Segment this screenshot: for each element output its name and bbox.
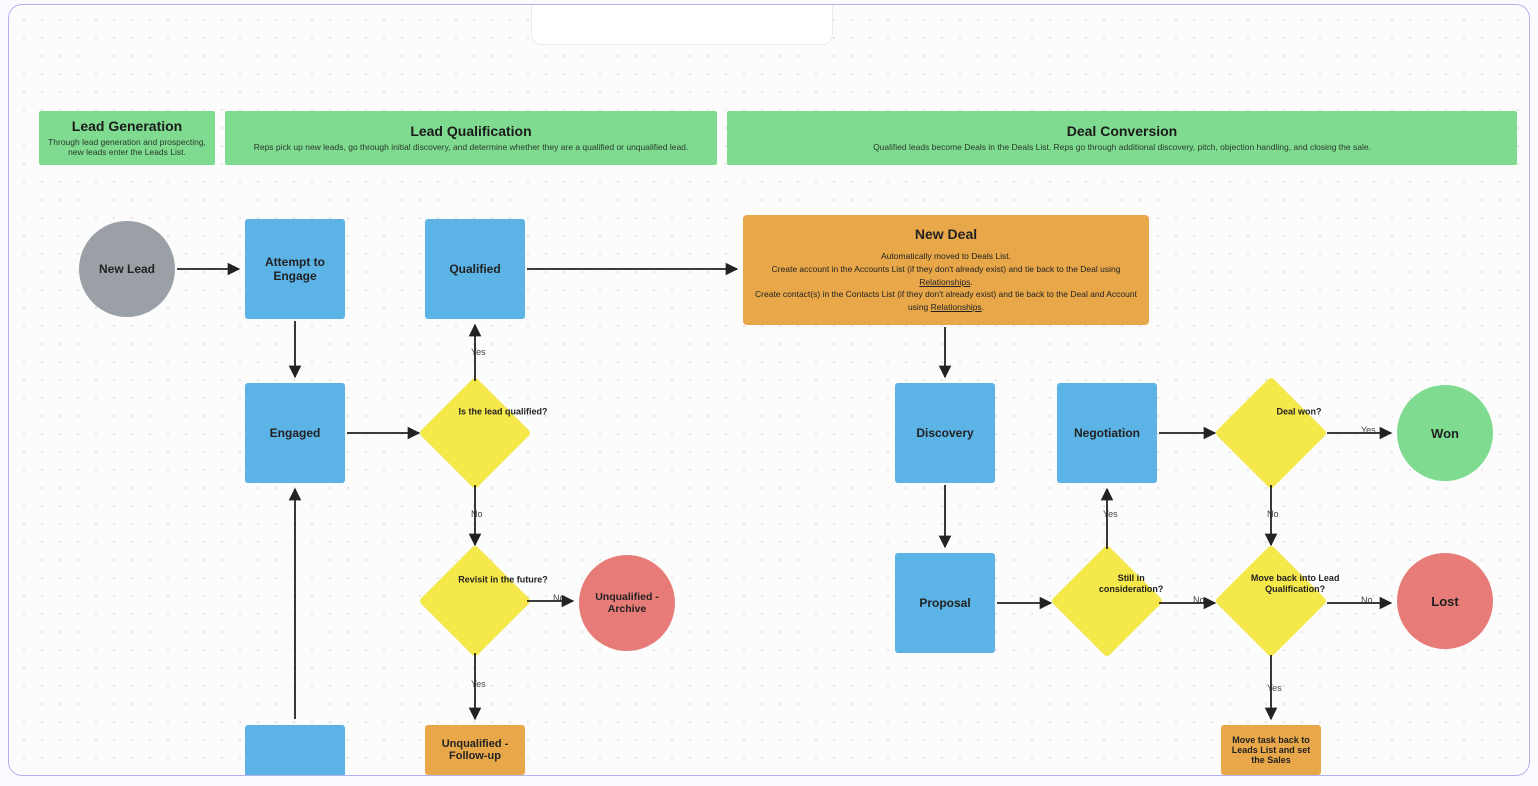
node-won[interactable]: Won: [1397, 385, 1493, 481]
node-label: Negotiation: [1074, 426, 1140, 440]
node-proposal[interactable]: Proposal: [895, 553, 995, 653]
edge-label-yes: Yes: [471, 347, 486, 357]
edge-label-no: No: [553, 593, 565, 603]
edge-label-yes: Yes: [1267, 683, 1282, 693]
node-engaged[interactable]: Engaged: [245, 383, 345, 483]
node-label: Revisit in the future?: [458, 575, 548, 586]
phase-lead-generation: Lead Generation Through lead generation …: [39, 111, 215, 165]
node-label: Unqualified - Follow-up: [431, 738, 519, 762]
edge-label-yes: Yes: [1361, 425, 1376, 435]
node-move-back[interactable]: Move back into Lead Qualification?: [1231, 561, 1311, 641]
node-discovery[interactable]: Discovery: [895, 383, 995, 483]
edge-label-no: No: [1193, 595, 1205, 605]
flowchart-canvas[interactable]: Lead Generation Through lead generation …: [8, 4, 1530, 776]
node-label: Deal won?: [1254, 407, 1344, 418]
node-revisit[interactable]: Revisit in the future?: [435, 561, 515, 641]
edge-label-yes: Yes: [471, 679, 486, 689]
node-label: Is the lead qualified?: [458, 407, 548, 418]
node-label: Unqualified - Archive: [585, 591, 669, 615]
node-lost[interactable]: Lost: [1397, 553, 1493, 649]
edge-label-yes: Yes: [1103, 509, 1118, 519]
phase-subtitle: Through lead generation and prospecting,…: [39, 137, 215, 157]
node-move-task[interactable]: Move task back to Leads List and set the…: [1221, 725, 1321, 775]
blank-tab: [531, 4, 833, 45]
node-unqualified-archive[interactable]: Unqualified - Archive: [579, 555, 675, 651]
node-label: Move back into Lead Qualification?: [1250, 573, 1340, 595]
phase-title: Lead Generation: [39, 119, 215, 134]
node-label: Still in consideration?: [1086, 573, 1176, 595]
edge-label-no: No: [1361, 595, 1373, 605]
edge-label-no: No: [1267, 509, 1279, 519]
phase-subtitle: Qualified leads become Deals in the Deal…: [727, 142, 1517, 152]
node-new-deal[interactable]: New Deal Automatically moved to Deals Li…: [743, 215, 1149, 325]
node-desc: Automatically moved to Deals List. Creat…: [743, 250, 1149, 314]
node-new-lead[interactable]: New Lead: [79, 221, 175, 317]
phase-subtitle: Reps pick up new leads, go through initi…: [225, 142, 717, 152]
node-label: Engaged: [270, 426, 321, 440]
phase-deal-conversion: Deal Conversion Qualified leads become D…: [727, 111, 1517, 165]
node-label: New Lead: [99, 262, 155, 276]
node-engaged-return[interactable]: [245, 725, 345, 776]
node-label: Attempt to Engage: [251, 255, 339, 283]
node-label: Qualified: [449, 262, 500, 276]
node-label: Move task back to Leads List and set the…: [1227, 735, 1315, 765]
node-deal-won[interactable]: Deal won?: [1231, 393, 1311, 473]
phase-title: Deal Conversion: [727, 124, 1517, 139]
phase-lead-qualification: Lead Qualification Reps pick up new lead…: [225, 111, 717, 165]
node-label: Won: [1431, 426, 1459, 441]
node-label: Lost: [1431, 594, 1458, 609]
node-title: New Deal: [915, 226, 977, 242]
edge-label-no: No: [471, 509, 483, 519]
node-is-qualified[interactable]: Is the lead qualified?: [435, 393, 515, 473]
node-label: Discovery: [916, 426, 973, 440]
node-attempt-engage[interactable]: Attempt to Engage: [245, 219, 345, 319]
node-still-consideration[interactable]: Still in consideration?: [1067, 561, 1147, 641]
phase-title: Lead Qualification: [225, 124, 717, 139]
node-unqualified-followup[interactable]: Unqualified - Follow-up: [425, 725, 525, 775]
node-label: Proposal: [919, 596, 970, 610]
node-qualified[interactable]: Qualified: [425, 219, 525, 319]
node-negotiation[interactable]: Negotiation: [1057, 383, 1157, 483]
